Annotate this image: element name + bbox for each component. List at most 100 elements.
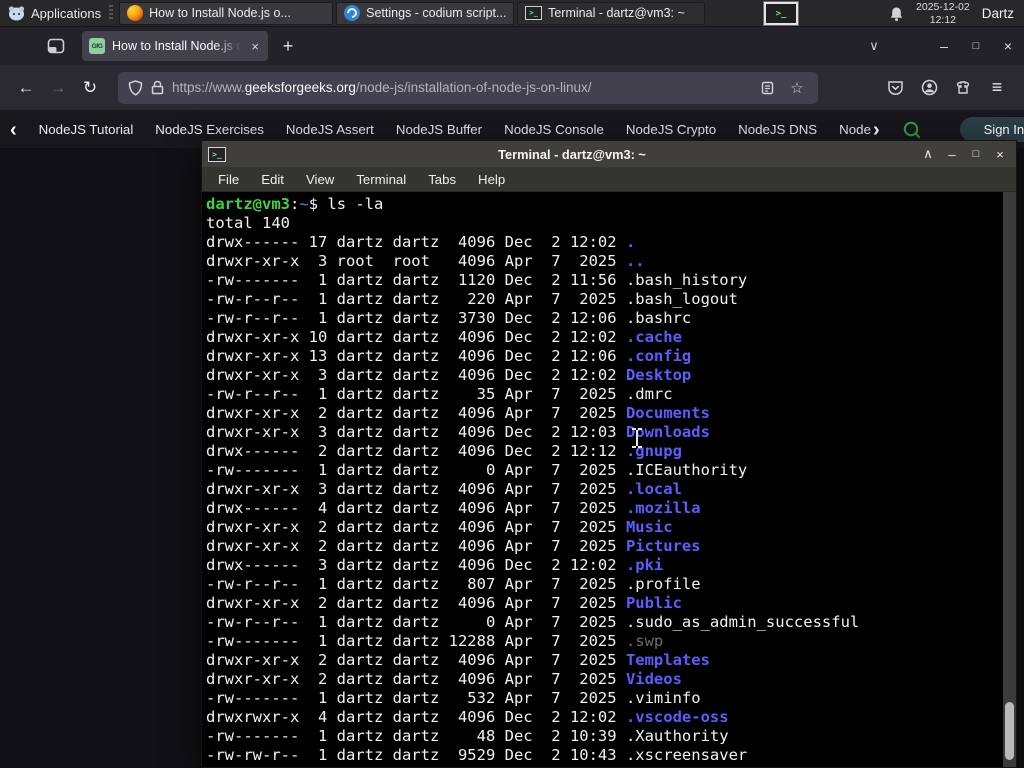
window-minimize-button[interactable]: – — [928, 31, 960, 61]
file-name: .dmrc — [625, 385, 673, 403]
terminal-output-line: drwxr-xr-x 13 dartz dartz 4096 Dec 2 12:… — [206, 347, 692, 365]
file-name: . — [625, 233, 636, 251]
url-bar[interactable]: https://www.geeksforgeeks.org/node-js/in… — [118, 71, 818, 104]
terminal-menu-file[interactable]: File — [207, 172, 250, 187]
notification-bell-icon[interactable] — [889, 6, 904, 22]
terminal-window-title: Terminal - dartz@vm3: ~ — [498, 146, 646, 162]
applications-menu-button[interactable]: Applications — [0, 0, 109, 26]
terminal-titlebar[interactable]: >_ Terminal - dartz@vm3: ~ ∧ – □ × — [202, 141, 1016, 167]
terminal-shade-button[interactable]: ∧ — [918, 144, 938, 164]
gfg-nav-item-nodejs-assert[interactable]: NodeJS Assert — [286, 122, 374, 137]
sign-in-button[interactable]: Sign In — [959, 117, 1024, 142]
bookmark-star-icon[interactable]: ☆ — [786, 79, 808, 97]
pocket-save-icon[interactable] — [878, 72, 912, 104]
gfg-nav-item-nodejs-console[interactable]: NodeJS Console — [504, 122, 604, 137]
terminal-output-line: drwxr-xr-x 2 dartz dartz 4096 Apr 7 2025… — [206, 594, 682, 612]
gfg-nav-item-nodejs-exercises[interactable]: NodeJS Exercises — [155, 122, 264, 137]
user-menu[interactable]: Dartz — [982, 6, 1014, 21]
gfg-nav-item-nodejs-buffer[interactable]: NodeJS Buffer — [396, 122, 482, 137]
url-path: /node-js/installation-of-node-js-on-linu… — [355, 80, 592, 95]
file-name: .bash_history — [625, 271, 748, 289]
padlock-icon[interactable] — [151, 80, 164, 95]
terminal-output-line: -rw-rw-r-- 1 dartz dartz 9529 Dec 2 10:4… — [206, 746, 748, 764]
file-name: .local — [625, 480, 682, 498]
terminal-close-button[interactable]: × — [990, 144, 1010, 164]
terminal-output-line: drwxr-xr-x 2 dartz dartz 4096 Apr 7 2025… — [206, 670, 682, 688]
menu-hamburger-icon[interactable]: ≡ — [980, 72, 1014, 104]
terminal-menu-edit[interactable]: Edit — [250, 172, 295, 187]
file-name: .pki — [625, 556, 664, 574]
taskbar-clock[interactable]: 2025-12-02 12:12 — [916, 1, 970, 26]
file-name: Videos — [625, 670, 682, 688]
browser-tab-bar: GfG How to Install Node.js on × + ∨ – □ … — [0, 27, 1024, 65]
taskbar-window-button-vscodium[interactable]: Settings - codium script... — [336, 1, 515, 25]
clock-date: 2025-12-02 — [916, 1, 970, 14]
browser-window-controls: – □ × — [928, 31, 1024, 61]
back-button[interactable]: ← — [10, 72, 42, 104]
tab-close-icon[interactable]: × — [249, 39, 261, 54]
firefox-view-button[interactable] — [42, 32, 70, 60]
terminal-output-area[interactable]: dartz@vm3:~$ ls -la total 140 drwx------… — [202, 192, 1016, 767]
file-name: .profile — [625, 575, 701, 593]
gfg-nav-item-nodejs-crypto[interactable]: NodeJS Crypto — [626, 122, 716, 137]
terminal-total-line: total 140 — [206, 214, 290, 232]
account-icon[interactable] — [912, 72, 946, 104]
forward-button[interactable]: → — [42, 72, 74, 104]
terminal-output-line: -rw-r--r-- 1 dartz dartz 0 Apr 7 2025 .s… — [206, 613, 860, 631]
file-name: Public — [625, 594, 682, 612]
terminal-icon: >_ — [525, 6, 543, 20]
new-tab-button[interactable]: + — [274, 32, 302, 60]
terminal-menu-tabs[interactable]: Tabs — [417, 172, 467, 187]
taskbar-status-area: 2025-12-02 12:12 Dartz — [889, 0, 1024, 27]
prompt-user-host: dartz@vm3 — [206, 195, 290, 213]
terminal-menubar: File Edit View Terminal Tabs Help — [202, 167, 1016, 192]
terminal-output-line: drwxr-xr-x 10 dartz dartz 4096 Dec 2 12:… — [206, 328, 682, 346]
terminal-minimize-button[interactable]: – — [942, 144, 962, 164]
desktop-screen: Applications How to Install Node.js o...… — [0, 0, 1024, 768]
nav-scroll-left-icon[interactable]: ‹ — [10, 120, 17, 140]
terminal-scrollbar-thumb[interactable] — [1005, 702, 1014, 760]
terminal-scrollbar[interactable] — [1003, 192, 1016, 767]
extensions-puzzle-icon[interactable] — [946, 72, 980, 104]
prompt-command: ls -la — [327, 195, 384, 213]
taskbar-window-button-firefox[interactable]: How to Install Node.js o... — [119, 1, 334, 25]
terminal-menu-terminal[interactable]: Terminal — [345, 172, 417, 187]
window-close-button[interactable]: × — [992, 31, 1024, 61]
tab-title: How to Install Node.js on — [112, 39, 243, 53]
gfg-nav-item-nodejs-tutorial[interactable]: NodeJS Tutorial — [39, 122, 134, 137]
reader-view-icon[interactable] — [756, 81, 778, 95]
terminal-output-line: -rw-r--r-- 1 dartz dartz 220 Apr 7 2025 … — [206, 290, 738, 308]
taskbar-window-button-terminal[interactable]: >_ Terminal - dartz@vm3: ~ — [517, 1, 706, 25]
gfg-nav-item-nodejs-dns[interactable]: NodeJS DNS — [738, 122, 817, 137]
terminal-window: >_ Terminal - dartz@vm3: ~ ∧ – □ × File E… — [201, 140, 1017, 768]
taskbar-window-title: Terminal - dartz@vm3: ~ — [548, 6, 685, 20]
gfg-search-icon[interactable] — [902, 120, 922, 140]
tray-terminal-icon[interactable]: >_ — [763, 1, 799, 26]
window-maximize-button[interactable]: □ — [960, 31, 992, 61]
mouse-ibeam-cursor — [632, 428, 642, 448]
gfg-nav-item-truncated[interactable]: Node › — [839, 120, 879, 140]
file-name: .bash_logout — [625, 290, 738, 308]
terminal-output-line: -rw-r--r-- 1 dartz dartz 3730 Dec 2 12:0… — [206, 309, 692, 327]
file-name: .ICEauthority — [625, 461, 748, 479]
terminal-output-line: -rw------- 1 dartz dartz 12288 Apr 7 202… — [206, 632, 664, 650]
browser-tab-active[interactable]: GfG How to Install Node.js on × — [82, 31, 268, 61]
terminal-menu-help[interactable]: Help — [467, 172, 516, 187]
file-name: .swp — [625, 632, 664, 650]
list-all-tabs-button[interactable]: ∨ — [860, 32, 888, 60]
terminal-output-line: drwxr-xr-x 3 root root 4096 Apr 7 2025 .… — [206, 252, 645, 270]
terminal-menu-view[interactable]: View — [295, 172, 345, 187]
file-name: .bashrc — [625, 309, 692, 327]
file-name: Documents — [625, 404, 710, 422]
tracking-protection-shield-icon[interactable] — [128, 79, 143, 96]
browser-toolbar: ← → ↻ https://www.geeksforgeeks.org/node… — [0, 65, 1024, 111]
clock-time: 12:12 — [929, 13, 957, 26]
nav-scroll-right-icon[interactable]: › — [873, 120, 880, 140]
file-name: Pictures — [625, 537, 701, 555]
terminal-maximize-button[interactable]: □ — [966, 144, 986, 164]
terminal-prompt-line: dartz@vm3:~$ ls -la — [206, 195, 384, 213]
file-name: Music — [625, 518, 673, 536]
terminal-output-line: drwx------ 4 dartz dartz 4096 Apr 7 2025… — [206, 499, 701, 517]
reload-button[interactable]: ↻ — [74, 72, 106, 104]
terminal-output-line: drwxr-xr-x 2 dartz dartz 4096 Apr 7 2025… — [206, 518, 673, 536]
